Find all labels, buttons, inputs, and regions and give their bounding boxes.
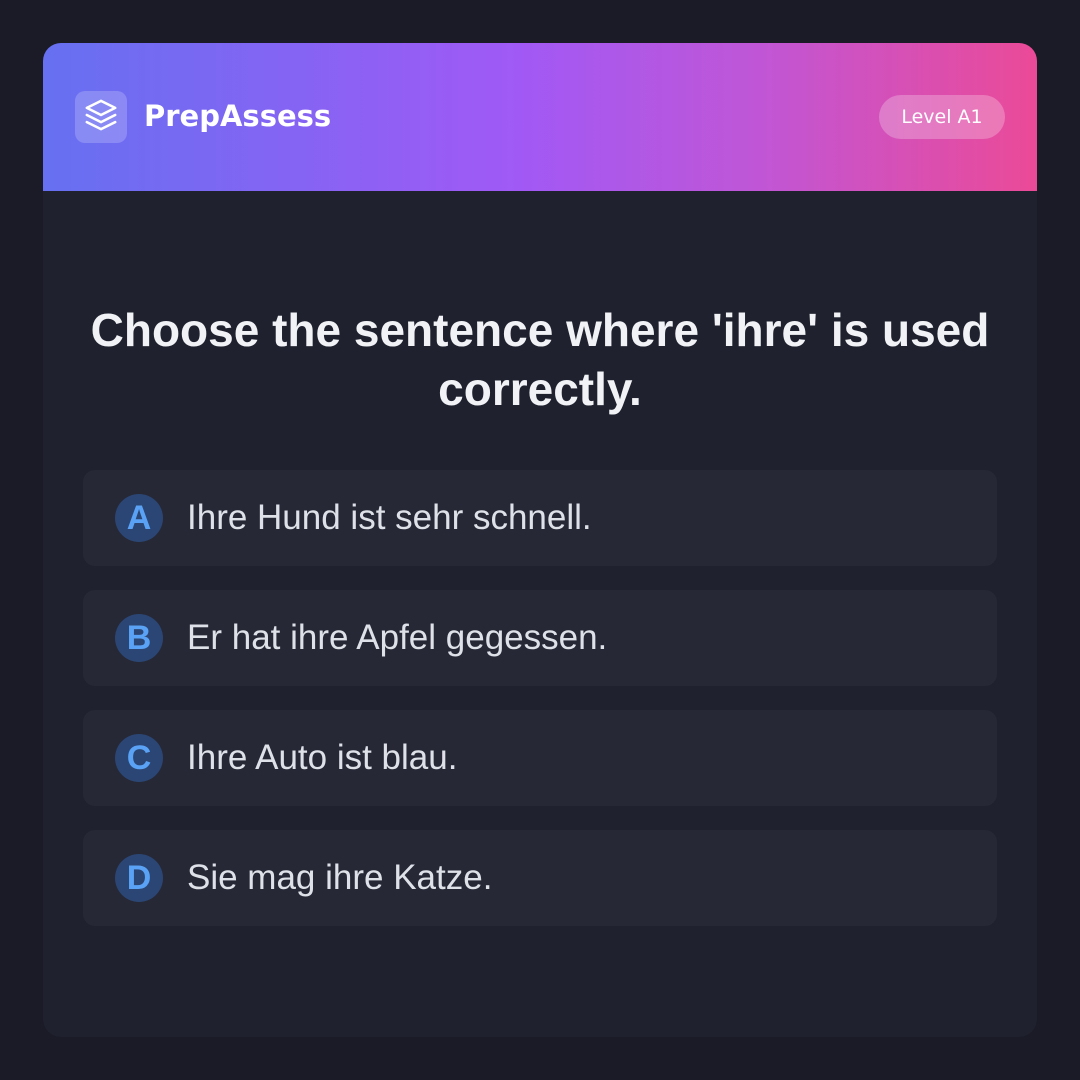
option-letter-badge: D [115,854,163,902]
option-d[interactable]: D Sie mag ihre Katze. [83,830,997,926]
option-b[interactable]: B Er hat ihre Apfel gegessen. [83,590,997,686]
option-text: Ihre Auto ist blau. [187,738,458,777]
option-c[interactable]: C Ihre Auto ist blau. [83,710,997,806]
option-text: Ihre Hund ist sehr schnell. [187,498,592,537]
brand-name: PrepAssess [144,99,332,133]
answer-options: A Ihre Hund ist sehr schnell. B Er hat i… [83,470,997,950]
level-badge: Level A1 [879,95,1005,139]
option-a[interactable]: A Ihre Hund ist sehr schnell. [83,470,997,566]
option-text: Er hat ihre Apfel gegessen. [187,618,608,657]
stack-layers-icon [84,98,118,136]
option-letter-badge: C [115,734,163,782]
quiz-header: PrepAssess Level A1 [43,43,1037,191]
quiz-card: PrepAssess Level A1 Choose the sentence … [43,43,1037,1037]
option-text: Sie mag ihre Katze. [187,858,493,897]
logo [75,91,127,143]
option-letter-badge: A [115,494,163,542]
option-letter-badge: B [115,614,163,662]
question-text: Choose the sentence where 'ihre' is used… [90,304,990,415]
